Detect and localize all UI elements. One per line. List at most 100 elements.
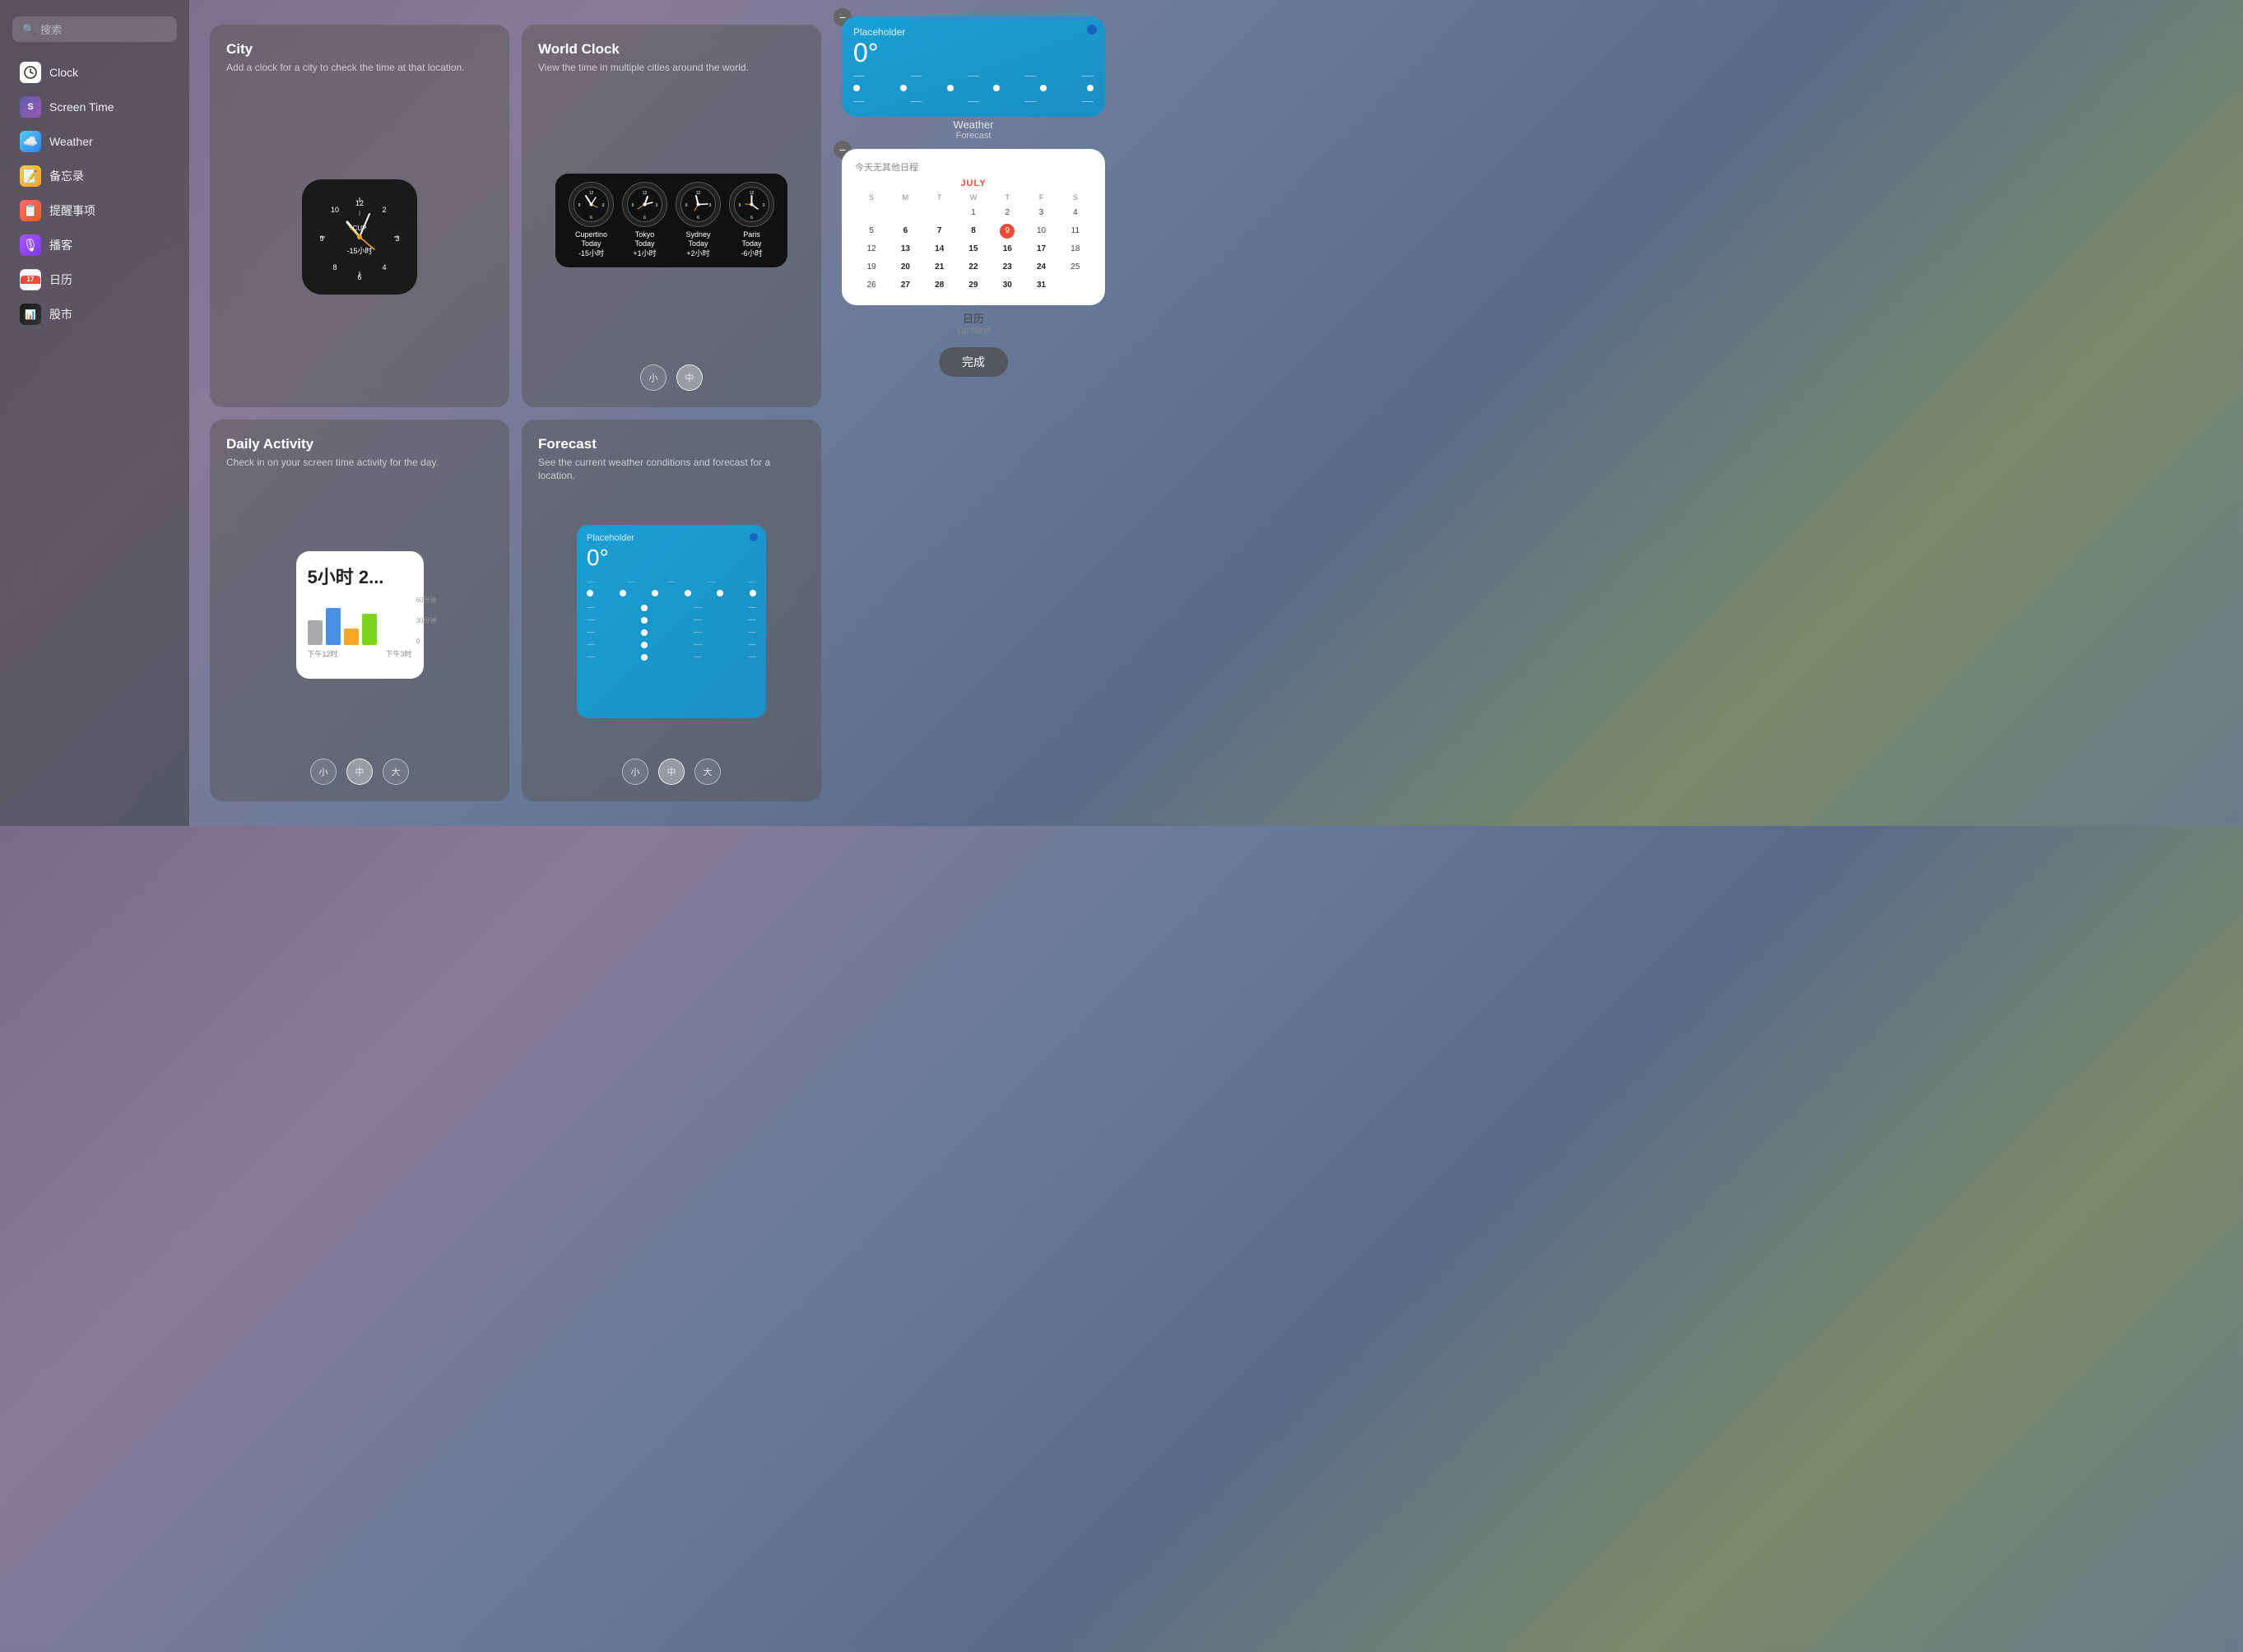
svg-text:12: 12 xyxy=(589,191,594,196)
weather-top-card: Placeholder 0° — — — — — — — — — xyxy=(842,16,1105,117)
cal-day-26: 26 xyxy=(855,276,888,294)
daily-activity-size-buttons: 小 中 大 xyxy=(226,759,493,785)
x-label-noon: 下午12时 xyxy=(308,648,338,659)
sidebar-item-weather[interactable]: ☁️ Weather xyxy=(5,125,184,158)
svg-text:-15小时: -15小时 xyxy=(346,246,372,255)
stocks-icon: 📊 xyxy=(20,304,41,325)
search-placeholder: 搜索 xyxy=(40,21,62,37)
cal-day-18: 18 xyxy=(1059,240,1092,258)
cal-day-20: 20 xyxy=(889,258,922,276)
daily-activity-desc: Check in on your screen time activity fo… xyxy=(226,456,493,470)
daily-activity-preview: 5小时 2... 60分钟 30分钟 0 下午12时 xyxy=(226,477,493,752)
cal-header-w: W xyxy=(957,192,990,203)
svg-text:3: 3 xyxy=(395,234,399,243)
cal-day-29: 29 xyxy=(957,276,990,294)
world-clock-size-buttons: 小 中 xyxy=(538,364,805,391)
world-clock-widget: 12 6 9 3 CupertinoToday-15小时 xyxy=(555,174,787,267)
forecast-placeholder: Placeholder xyxy=(587,533,756,543)
size-btn-small-da[interactable]: 小 xyxy=(310,759,337,785)
weather-card-temp: 0° xyxy=(853,38,1094,68)
search-bar[interactable]: 🔍 搜索 xyxy=(12,16,177,42)
forecast-preview: Placeholder 0° — — — — — xyxy=(538,491,805,752)
sidebar-item-calendar[interactable]: 17 日历 xyxy=(5,263,184,296)
svg-text:12: 12 xyxy=(696,191,701,196)
weather-card-sublabel: Forecast xyxy=(842,131,1105,141)
svg-text:9: 9 xyxy=(739,203,741,208)
wc-paris: 12 6 9 3 ParisToday-6小时 xyxy=(729,182,774,259)
cal-header-t2: T xyxy=(991,192,1024,203)
size-btn-medium-fc[interactable]: 中 xyxy=(658,759,685,785)
svg-text:6: 6 xyxy=(643,216,646,220)
y-axis-labels: 60分钟 30分钟 0 xyxy=(416,596,437,645)
chart-x-labels: 下午12时 下午3时 xyxy=(308,648,412,659)
cal-day-13: 13 xyxy=(889,240,922,258)
activity-widget: 5小时 2... 60分钟 30分钟 0 下午12时 xyxy=(296,551,424,679)
sidebar-item-notes[interactable]: 📝 备忘录 xyxy=(5,160,184,193)
wc-paris-label: ParisToday-6小时 xyxy=(741,230,762,259)
svg-text:9: 9 xyxy=(685,203,688,208)
size-btn-medium-wc[interactable]: 中 xyxy=(676,364,703,391)
calendar-icon: 17 xyxy=(20,269,41,290)
forecast-blue-dot xyxy=(750,533,758,541)
weather-blue-dot xyxy=(1087,25,1097,35)
size-btn-large-fc[interactable]: 大 xyxy=(694,759,721,785)
forecast-desc: See the current weather conditions and f… xyxy=(538,456,805,484)
cal-day-5: 5 xyxy=(855,222,888,239)
cal-day-empty4 xyxy=(1059,276,1092,294)
cal-no-events: 今天无其他日程 xyxy=(855,160,1092,174)
cal-day-4: 4 xyxy=(1059,204,1092,221)
cal-day-2: 2 xyxy=(991,204,1024,221)
size-btn-small-fc[interactable]: 小 xyxy=(622,759,648,785)
forecast-card: Forecast See the current weather conditi… xyxy=(522,420,821,802)
sidebar-notes-label: 备忘录 xyxy=(49,168,84,184)
svg-text:3: 3 xyxy=(602,203,605,208)
svg-text:9: 9 xyxy=(319,234,323,243)
forecast-dots-row: — — — — — xyxy=(587,578,756,587)
wt-dashes-row: — — — — — xyxy=(853,68,1094,81)
cal-day-empty2 xyxy=(889,204,922,221)
sidebar-item-clock[interactable]: Clock xyxy=(5,56,184,89)
main-content: City Add a clock for a city to check the… xyxy=(189,0,842,826)
size-btn-medium-da[interactable]: 中 xyxy=(346,759,373,785)
size-btn-large-da[interactable]: 大 xyxy=(383,759,409,785)
bar-4 xyxy=(362,614,377,645)
done-button[interactable]: 完成 xyxy=(939,347,1008,377)
size-btn-small-wc[interactable]: 小 xyxy=(640,364,666,391)
forecast-size-buttons: 小 中 大 xyxy=(538,759,805,785)
wc-tokyo-label: TokyoToday+1小时 xyxy=(633,230,656,259)
cal-card-sublabel: Up Next xyxy=(842,326,1105,336)
cal-day-3: 3 xyxy=(1024,204,1057,221)
sidebar-item-reminders[interactable]: 📋 提醒事项 xyxy=(5,194,184,227)
svg-text:3: 3 xyxy=(709,203,712,208)
forecast-title: Forecast xyxy=(538,436,805,452)
cal-day-8: 8 xyxy=(957,222,990,239)
svg-text:2: 2 xyxy=(382,206,386,214)
cal-header-t1: T xyxy=(923,192,956,203)
wc-clock-paris: 12 6 9 3 xyxy=(729,182,774,227)
svg-text:9: 9 xyxy=(578,203,581,208)
cal-grid: S M T W T F S 1 2 3 4 5 6 7 8 9 xyxy=(855,192,1092,294)
world-clock-card: World Clock View the time in multiple ci… xyxy=(522,25,821,407)
svg-text:12: 12 xyxy=(643,191,648,196)
cal-day-17: 17 xyxy=(1024,240,1057,258)
svg-text:6: 6 xyxy=(750,216,753,220)
screentime-icon: S xyxy=(20,96,41,118)
sidebar-item-podcast[interactable]: 🎙 播客 xyxy=(5,229,184,262)
world-clock-preview: 12 6 9 3 CupertinoToday-15小时 xyxy=(538,83,805,358)
notes-icon: 📝 xyxy=(20,165,41,187)
sidebar: 🔍 搜索 Clock S Screen Time ☁️ Weather 📝 备忘… xyxy=(0,0,189,826)
x-label-3pm: 下午3时 xyxy=(385,648,411,659)
sidebar-item-stocks[interactable]: 📊 股市 xyxy=(5,298,184,331)
world-clock-desc: View the time in multiple cities around … xyxy=(538,61,805,75)
cal-day-12: 12 xyxy=(855,240,888,258)
cal-day-11: 11 xyxy=(1059,222,1092,239)
sidebar-item-screentime[interactable]: S Screen Time xyxy=(5,90,184,123)
cal-card-label: 日历 xyxy=(842,310,1105,326)
cal-day-27: 27 xyxy=(889,276,922,294)
world-clock-title: World Clock xyxy=(538,41,805,58)
cal-day-28: 28 xyxy=(923,276,956,294)
cal-header-s1: S xyxy=(855,192,888,203)
y-label-30: 30分钟 xyxy=(416,616,437,625)
cal-header-s2: S xyxy=(1059,192,1092,203)
cal-day-24: 24 xyxy=(1024,258,1057,276)
